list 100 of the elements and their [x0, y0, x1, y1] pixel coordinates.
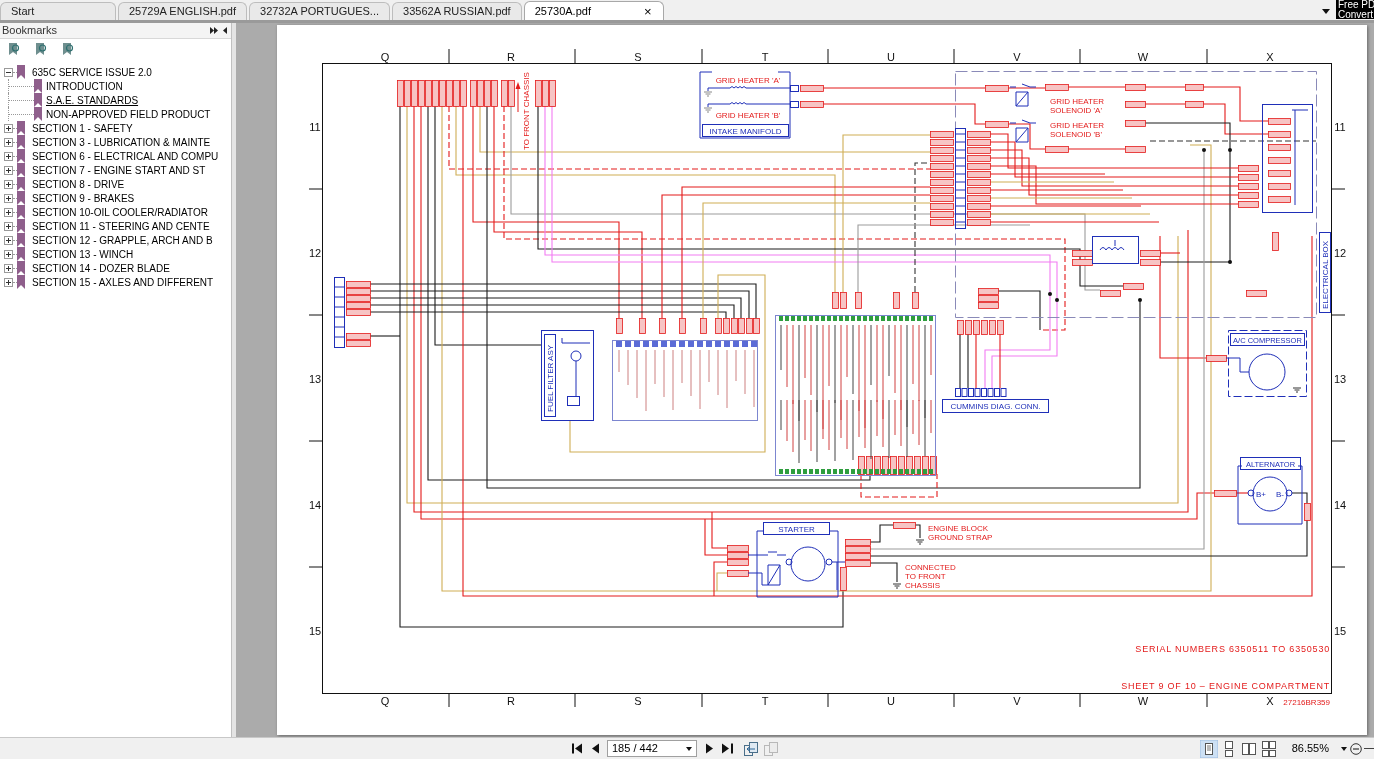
bookmark-item[interactable]: SECTION 9 - BRAKES — [32, 190, 135, 206]
column-label: Q — [380, 51, 390, 63]
column-label: S — [634, 51, 642, 63]
collapse-panel-icon[interactable] — [223, 27, 227, 34]
next-page-icon[interactable] — [706, 743, 713, 754]
ground-symbol-icon — [915, 539, 925, 545]
column-label: R — [507, 51, 515, 63]
row-label: 11 — [309, 121, 321, 133]
bookmark-tool-icon[interactable] — [8, 42, 20, 56]
column-label: U — [887, 695, 895, 707]
zoom-level-field[interactable]: 86.55% — [1291, 740, 1329, 757]
bookmark-icon — [17, 65, 25, 79]
bookmark-item[interactable]: NON-APPROVED FIELD PRODUCT — [46, 106, 211, 122]
row-label: 14 — [1333, 499, 1347, 511]
double-chevron-icon[interactable] — [210, 27, 218, 34]
solenoid-drawing — [1009, 119, 1037, 143]
solenoid-drawing — [1009, 83, 1037, 107]
ground-symbol-icon — [892, 583, 902, 589]
tab[interactable]: 25730A.pdf × — [523, 1, 664, 20]
expand-icon[interactable] — [4, 221, 13, 231]
last-page-icon[interactable] — [722, 743, 733, 754]
tab[interactable]: Start — [0, 2, 116, 20]
bookmark-item[interactable]: SECTION 7 - ENGINE START AND ST — [32, 162, 206, 178]
expand-icon[interactable] — [4, 123, 13, 133]
continuous-facing-icon[interactable] — [1259, 739, 1278, 758]
bookmark-tool-icon[interactable] — [62, 42, 74, 56]
bookmark-item[interactable]: 635C SERVICE ISSUE 2.0 — [32, 64, 152, 80]
bookmark-item[interactable]: SECTION 6 - ELECTRICAL AND COMPU — [32, 148, 219, 164]
component-label: GRID HEATER 'B' — [715, 111, 781, 120]
expand-icon[interactable] — [4, 151, 13, 161]
row-label: 13 — [308, 373, 322, 385]
bookmark-item[interactable]: SECTION 14 - DOZER BLADE — [32, 260, 170, 276]
close-button[interactable]: × — [643, 4, 653, 18]
column-label: X — [1266, 51, 1274, 63]
component-label: CUMMINS DIAG. CONN. — [950, 402, 1041, 411]
drawing-number: 27216BR359 — [1283, 698, 1330, 707]
expand-icon[interactable] — [4, 277, 13, 287]
bookmark-item[interactable]: SECTION 11 - STEERING AND CENTE — [32, 218, 210, 234]
tab[interactable]: 25729A ENGLISH.pdf — [118, 2, 247, 20]
component-label: GRID HEATER SOLENOID 'A' — [1050, 97, 1105, 115]
bookmark-item[interactable]: INTRODUCTION — [46, 78, 123, 94]
row-label: 14 — [308, 499, 322, 511]
component-label: INTAKE MANIFOLD — [709, 126, 782, 136]
connector-drawing — [333, 277, 346, 348]
column-label: S — [634, 695, 642, 707]
column-label: U — [887, 51, 895, 63]
dropdown-caret-icon[interactable] — [686, 746, 692, 751]
column-label: R — [507, 695, 515, 707]
bookmark-item[interactable]: SECTION 13 - WINCH — [32, 246, 134, 262]
collapse-icon[interactable] — [4, 67, 13, 77]
tab[interactable]: 32732A PORTUGUES... — [249, 2, 391, 20]
single-page-icon[interactable] — [1199, 739, 1218, 758]
column-label: W — [1137, 695, 1149, 707]
row-label: 15 — [308, 625, 322, 637]
column-label: V — [1013, 51, 1021, 63]
bookmark-item[interactable]: S.A.E. STANDARDS — [46, 92, 139, 108]
bookmark-item[interactable]: SECTION 8 - DRIVE — [32, 176, 125, 192]
arrow-icon — [515, 82, 521, 113]
dropdown-caret-icon[interactable] — [1322, 9, 1330, 14]
page-number-field[interactable]: 185 / 442 — [607, 740, 697, 757]
expand-icon[interactable] — [4, 165, 13, 175]
bookmark-item[interactable]: SECTION 12 - GRAPPLE, ARCH AND B — [32, 232, 213, 248]
component-label: ELECTRICAL BOX — [1319, 232, 1331, 313]
first-page-icon[interactable] — [572, 743, 583, 754]
expand-icon[interactable] — [4, 207, 13, 217]
bookmark-item[interactable]: SECTION 10-OIL COOLER/RADIATOR — [32, 204, 208, 220]
bookmark-item[interactable]: SECTION 1 - SAFETY — [32, 120, 133, 136]
dropdown-caret-icon[interactable] — [1341, 746, 1347, 751]
column-label: T — [761, 51, 769, 63]
column-label: V — [1013, 695, 1021, 707]
fuel-heater-drawing — [1092, 236, 1139, 264]
component-label: GRID HEATER 'A' — [715, 76, 781, 85]
panel-title: Bookmarks — [2, 23, 58, 39]
tab[interactable]: 33562A RUSSIAN.pdf — [392, 2, 522, 20]
terminal-label: B+ — [1256, 490, 1266, 499]
bookmark-tool-icon[interactable] — [35, 42, 47, 56]
row-label: 11 — [1334, 121, 1346, 133]
expand-icon[interactable] — [4, 249, 13, 259]
bookmark-item[interactable]: SECTION 15 - AXLES AND DIFFERENT — [32, 274, 214, 290]
zoom-out-icon[interactable] — [1350, 742, 1362, 755]
sheet-title: SHEET 9 OF 10 – ENGINE COMPARTMENT — [1121, 681, 1330, 691]
ground-symbol-icon — [1292, 387, 1302, 393]
alternator-drawing — [1237, 457, 1303, 525]
bookmark-item[interactable]: SECTION 3 - LUBRICATION & MAINTE — [32, 134, 211, 150]
column-label: W — [1137, 51, 1149, 63]
component-label: STARTER — [778, 524, 815, 534]
expand-icon[interactable] — [4, 179, 13, 189]
expand-icon[interactable] — [4, 235, 13, 245]
previous-page-icon[interactable] — [592, 743, 599, 754]
connection-note: TO FRONT CHASSIS — [522, 72, 531, 150]
promo-banner[interactable]: Free PD Convert — [1336, 0, 1374, 19]
expand-icon[interactable] — [4, 137, 13, 147]
row-label: 12 — [1333, 247, 1347, 259]
component-label: FUEL FILTER ASY — [546, 344, 555, 412]
previous-view-icon[interactable] — [744, 741, 758, 756]
connection-note: CONNECTED TO FRONT CHASSIS — [905, 563, 956, 590]
expand-icon[interactable] — [4, 193, 13, 203]
expand-icon[interactable] — [4, 263, 13, 273]
component-label: GRID HEATER SOLENOID 'B' — [1050, 121, 1105, 139]
column-label: T — [761, 695, 769, 707]
